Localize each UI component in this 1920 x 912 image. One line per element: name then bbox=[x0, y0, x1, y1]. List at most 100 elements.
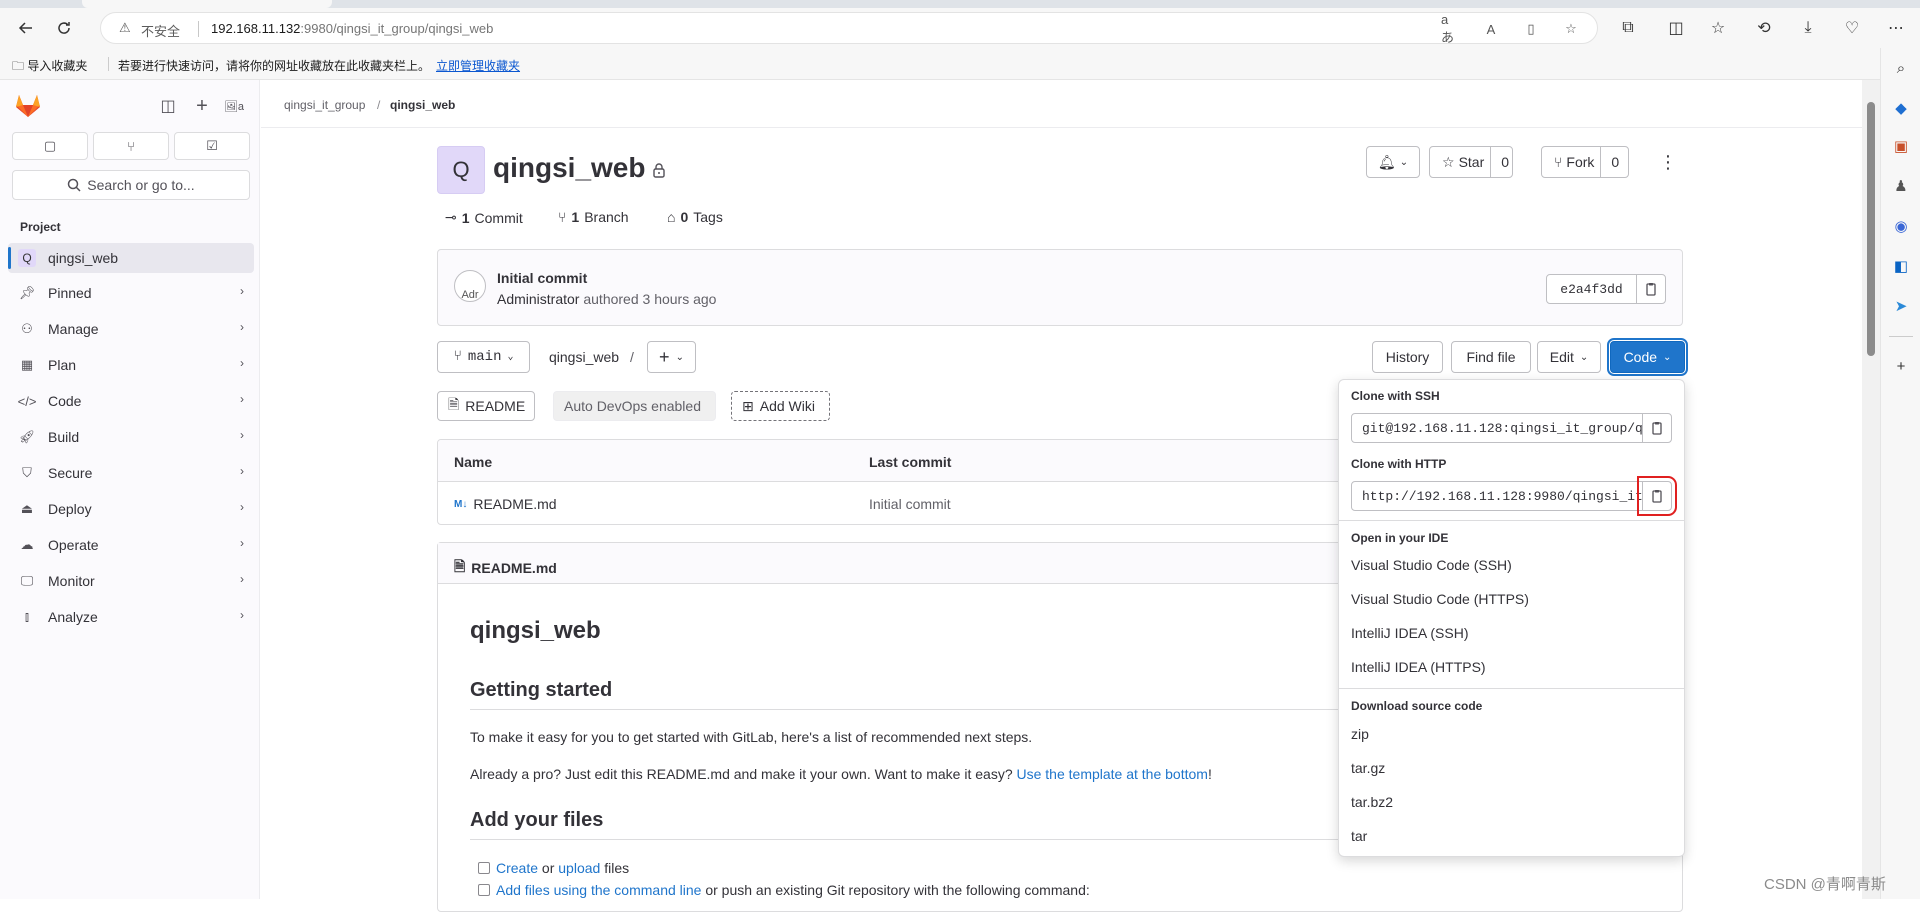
gitlab-logo-icon[interactable] bbox=[14, 92, 42, 118]
sidebar-item-current-project[interactable]: Q qingsi_web bbox=[8, 243, 254, 273]
sidebar-toggle-icon[interactable]: ◫ bbox=[156, 94, 180, 118]
create-link[interactable]: Create bbox=[496, 860, 538, 876]
sidebar-item-deploy[interactable]: ⏏ Deploy › bbox=[8, 494, 254, 524]
tags-stat[interactable]: ⌂ 0 Tags bbox=[667, 209, 723, 225]
address-bar[interactable]: ⚠ 不安全 192.168.11.132:9980/qingsi_it_grou… bbox=[100, 12, 1598, 45]
split-screen-icon[interactable]: ◫ bbox=[1664, 16, 1688, 40]
code-dropdown-button[interactable]: Code ⌄ bbox=[1607, 338, 1688, 376]
issues-quick-button[interactable]: ▢ bbox=[12, 132, 88, 160]
search-icon[interactable]: ⌕ bbox=[1891, 58, 1911, 78]
new-item-icon[interactable]: + bbox=[190, 94, 214, 118]
branches-stat[interactable]: ⑂ 1 Branch bbox=[558, 209, 629, 225]
file-name[interactable]: README.md bbox=[473, 496, 556, 512]
copy-sha-button[interactable] bbox=[1636, 274, 1666, 304]
clone-http-url-field[interactable]: http://192.168.11.128:9980/qingsi_it_gro… bbox=[1351, 481, 1643, 511]
edit-dropdown[interactable]: Edit ⌄ bbox=[1537, 341, 1601, 373]
more-actions-icon[interactable]: ⋮ bbox=[1654, 146, 1682, 178]
fork-count[interactable]: 0 bbox=[1600, 147, 1629, 177]
commit-title[interactable]: Initial commit bbox=[497, 270, 587, 286]
notifications-button[interactable]: 🔔︎ ⌄ bbox=[1366, 146, 1420, 178]
download-zip[interactable]: zip bbox=[1351, 726, 1369, 742]
star-button[interactable]: ☆ Star 0 bbox=[1429, 146, 1513, 178]
breadcrumb-project-link[interactable]: qingsi_web bbox=[390, 98, 455, 112]
sidebar-item-secure[interactable]: ⛉ Secure › bbox=[8, 458, 254, 488]
extensions-icon[interactable]: ⧉ bbox=[1616, 16, 1640, 40]
merge-requests-quick-button[interactable]: ⑂ bbox=[93, 132, 169, 160]
sidebar-item-code[interactable]: </> Code › bbox=[8, 386, 254, 416]
import-favorites[interactable]: 🗀 导入收藏夹 bbox=[12, 57, 87, 78]
star-action[interactable]: ☆ Star bbox=[1430, 154, 1490, 171]
copilot-icon[interactable]: ◉ bbox=[1891, 216, 1911, 236]
fork-action[interactable]: ⑂ Fork bbox=[1542, 154, 1600, 170]
download-tar[interactable]: tar bbox=[1351, 828, 1367, 844]
checkbox[interactable] bbox=[478, 884, 490, 896]
sidebar-item-manage[interactable]: ⚇ Manage › bbox=[8, 314, 254, 344]
ide-intellij-ssh[interactable]: IntelliJ IDEA (SSH) bbox=[1351, 625, 1468, 641]
file-last-commit[interactable]: Initial commit bbox=[869, 496, 951, 512]
favorite-star-icon[interactable]: ☆ bbox=[1561, 19, 1581, 39]
back-icon[interactable] bbox=[14, 16, 38, 40]
download-tar-gz[interactable]: tar.gz bbox=[1351, 760, 1385, 776]
scrollbar-thumb[interactable] bbox=[1867, 102, 1875, 356]
user-avatar[interactable]: 🖼a bbox=[222, 94, 246, 118]
add-wiki-button[interactable]: ⊞ Add Wiki bbox=[731, 391, 830, 421]
commit-sha[interactable]: e2a4f3dd bbox=[1546, 274, 1637, 304]
download-tar-bz2[interactable]: tar.bz2 bbox=[1351, 794, 1393, 810]
read-aloud-icon[interactable]: A bbox=[1481, 19, 1501, 39]
readme-file-title[interactable]: README.md bbox=[471, 560, 557, 576]
refresh-icon[interactable] bbox=[52, 16, 76, 40]
command-line-link[interactable]: Add files using the command line bbox=[496, 882, 701, 898]
manage-favorites-link[interactable]: 立即管理收藏夹 bbox=[436, 57, 520, 74]
add-icon[interactable]: + bbox=[1891, 356, 1911, 376]
clone-ssh-url-field[interactable]: git@192.168.11.128:qingsi_it_group/qings… bbox=[1351, 413, 1643, 443]
ide-intellij-https[interactable]: IntelliJ IDEA (HTTPS) bbox=[1351, 659, 1486, 675]
template-link[interactable]: Use the template at the bottom bbox=[1017, 766, 1208, 782]
upload-link[interactable]: upload bbox=[558, 860, 600, 876]
sidebar-item-plan[interactable]: ▦ Plan › bbox=[8, 350, 254, 380]
readme-button[interactable]: 🗎 README bbox=[437, 391, 535, 421]
menu-icon[interactable]: ⋯ bbox=[1884, 16, 1908, 40]
clone-ssh-label: Clone with SSH bbox=[1351, 389, 1440, 403]
chess-icon[interactable]: ♟ bbox=[1891, 176, 1911, 196]
find-file-button[interactable]: Find file bbox=[1451, 341, 1531, 373]
search-button[interactable]: Search or go to... bbox=[12, 170, 250, 200]
copy-http-url-button[interactable] bbox=[1637, 476, 1677, 516]
history-icon[interactable]: ⟲ bbox=[1752, 16, 1776, 40]
commit-meta: Administrator authored 3 hours ago bbox=[497, 291, 716, 307]
tag-icon[interactable]: ◆ bbox=[1891, 98, 1911, 118]
send-icon[interactable]: ➤ bbox=[1891, 296, 1911, 316]
toolbox-icon[interactable]: ▣ bbox=[1891, 136, 1911, 156]
auto-devops-button[interactable]: Auto DevOps enabled bbox=[553, 391, 716, 421]
branch-selector[interactable]: ⑂ main ⌄ bbox=[437, 341, 530, 373]
sidebar-item-pinned[interactable]: 📌︎ Pinned › bbox=[8, 278, 254, 308]
sidebar-item-operate[interactable]: ☁ Operate › bbox=[8, 530, 254, 560]
sidebar-item-build[interactable]: 🚀︎ Build › bbox=[8, 422, 254, 452]
add-file-dropdown[interactable]: + ⌄ bbox=[647, 341, 696, 373]
performance-icon[interactable]: ♡ bbox=[1840, 16, 1864, 40]
favorites-icon[interactable]: ☆ bbox=[1706, 16, 1730, 40]
page-scrollbar[interactable] bbox=[1862, 80, 1880, 899]
immersive-reader-icon[interactable]: ▯ bbox=[1521, 19, 1541, 39]
commit-author[interactable]: Administrator bbox=[497, 291, 579, 307]
star-count[interactable]: 0 bbox=[1490, 147, 1519, 177]
avatar[interactable]: Adr bbox=[454, 270, 486, 302]
breadcrumb-group-link[interactable]: qingsi_it_group bbox=[284, 98, 365, 112]
checkbox[interactable] bbox=[478, 862, 490, 874]
todos-quick-button[interactable]: ☑ bbox=[174, 132, 250, 160]
document-icon: 🗎 bbox=[454, 558, 466, 574]
history-button[interactable]: History bbox=[1372, 341, 1443, 373]
translate-icon[interactable]: aあ bbox=[1441, 12, 1461, 45]
ide-vscode-ssh[interactable]: Visual Studio Code (SSH) bbox=[1351, 557, 1512, 573]
ide-vscode-https[interactable]: Visual Studio Code (HTTPS) bbox=[1351, 591, 1529, 607]
outlook-icon[interactable]: ◧ bbox=[1891, 256, 1911, 276]
sidebar-item-analyze[interactable]: ⫾ Analyze › bbox=[8, 602, 254, 632]
copy-ssh-url-button[interactable] bbox=[1642, 413, 1672, 443]
downloads-icon[interactable]: ⤓ bbox=[1796, 16, 1820, 40]
commits-stat[interactable]: ⊸ 1 Commit bbox=[445, 209, 523, 226]
clone-dropdown: Clone with SSH git@192.168.11.128:qingsi… bbox=[1338, 379, 1685, 857]
active-tab[interactable] bbox=[82, 0, 332, 8]
sidebar-item-monitor[interactable]: 🖵 Monitor › bbox=[8, 566, 254, 596]
sidebar-item-label: Manage bbox=[48, 321, 99, 337]
fork-button[interactable]: ⑂ Fork 0 bbox=[1541, 146, 1629, 178]
repo-path[interactable]: qingsi_web bbox=[549, 349, 619, 365]
